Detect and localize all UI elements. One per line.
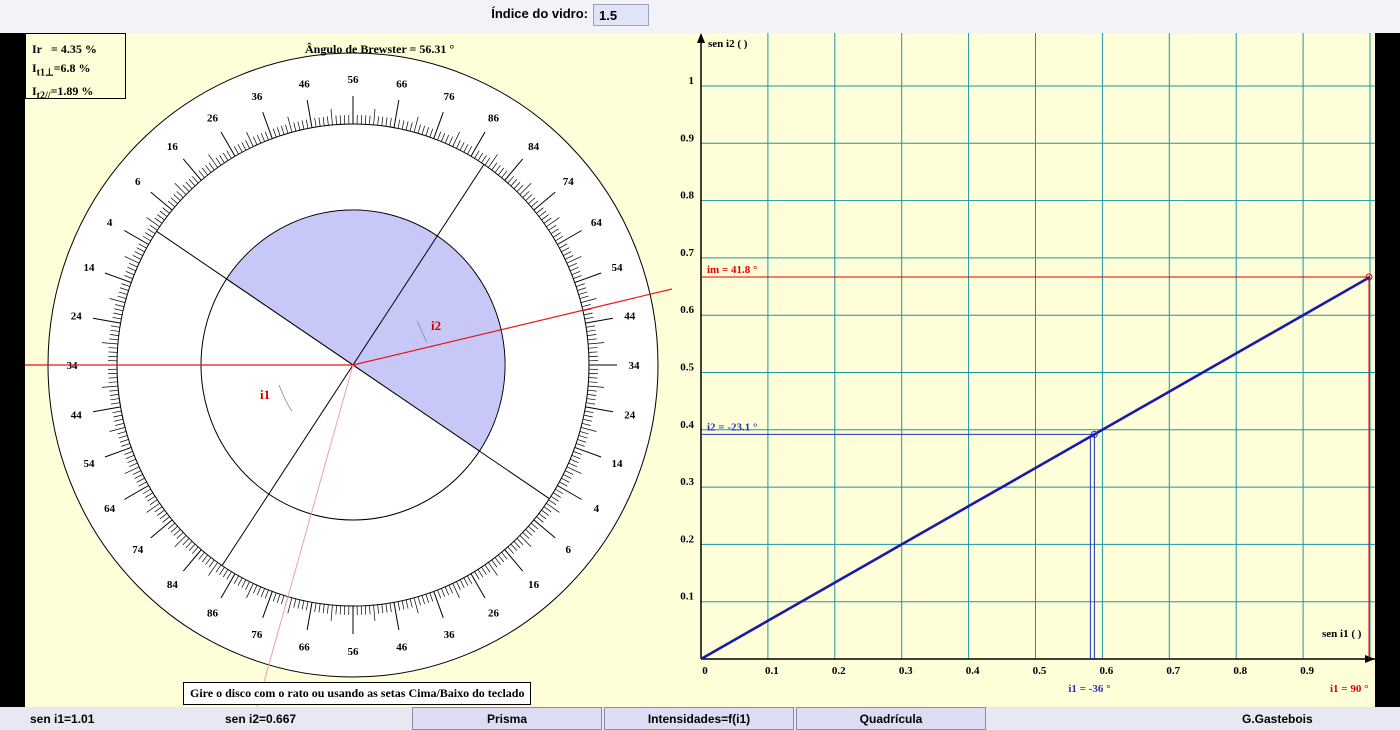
scale-tick-label: 14 <box>83 262 95 274</box>
x-tick-label: 0.9 <box>1300 665 1314 677</box>
x-axis-title: sen i1 ( ) <box>1322 628 1362 640</box>
scale-tick-label: 84 <box>167 579 179 591</box>
scale-tick-label: 24 <box>624 410 636 422</box>
y-axis-arrow-icon <box>697 33 705 43</box>
x-tick-label: 0 <box>702 665 708 677</box>
scale-tick-label: 36 <box>251 91 263 103</box>
scale-tick-label: 56 <box>348 74 360 86</box>
y-tick-label: 0.2 <box>680 533 694 545</box>
i2-label: i2 <box>431 318 441 333</box>
author-credit: G.Gastebois <box>1242 712 1313 726</box>
rotation-hint: Gire o disco com o rato ou usando as set… <box>183 682 532 705</box>
scale-tick-label: 66 <box>396 78 408 90</box>
i2-marker-label: i2 = -23.1 ° <box>707 421 757 433</box>
scale-tick-label: 86 <box>488 112 500 124</box>
x-tick-label: 0.8 <box>1233 665 1247 677</box>
scale-tick-label: 54 <box>612 262 624 274</box>
grid-button[interactable]: Quadrícula <box>796 707 986 730</box>
scale-tick-label: 44 <box>624 310 636 322</box>
protractor-svg[interactable]: 3444546474848676665646362616641424344454… <box>25 33 672 707</box>
scale-tick-label: 64 <box>104 503 116 515</box>
x-tick-label: 0.7 <box>1166 665 1180 677</box>
scale-tick-label: 26 <box>207 112 219 124</box>
scale-tick-label: 4 <box>594 503 600 515</box>
it1-row: It1⊥=6.8 % <box>32 59 125 82</box>
ir-value: = 4.35 % <box>51 42 97 56</box>
scale-tick-label: 36 <box>444 629 456 641</box>
scale-tick-label: 44 <box>71 410 83 422</box>
brewster-angle-label: Ângulo de Brewster = 56.31 ° <box>305 42 455 56</box>
sine-graph: sen i2 ( ) sen i1 ( ) 0.1 0.2 0.3 0.4 0.5 0.6… <box>680 33 1375 695</box>
scale-tick-label: 84 <box>528 141 540 153</box>
intensity-readout: Ir = 4.35 % It1⊥=6.8 % It2//=1.89 % <box>25 33 126 102</box>
y-tick-label: 1 <box>689 75 695 87</box>
scale-tick-label: 74 <box>563 176 575 188</box>
x-tick-label: 0.4 <box>966 665 980 677</box>
scale-tick-label: 56 <box>348 646 360 658</box>
ir-label: Ir <box>32 42 42 56</box>
i1-label: i1 <box>260 387 270 402</box>
scale-tick-label: 6 <box>566 544 572 556</box>
scale-tick-label: 16 <box>167 141 179 153</box>
y-tick-label: 0.5 <box>680 362 694 374</box>
scale-tick-label: 66 <box>299 642 311 654</box>
y-tick-label: 0.1 <box>680 591 694 603</box>
y-axis-title: sen i2 ( ) <box>708 38 748 50</box>
scale-tick-label: 14 <box>612 458 624 470</box>
scale-tick-label: 54 <box>83 458 95 470</box>
it2-sub: t2// <box>36 90 51 102</box>
y-tick-label: 0.7 <box>680 247 694 259</box>
it2-value: =1.89 % <box>50 84 94 99</box>
i1-max-label: i1 = 90 ° <box>1330 683 1368 695</box>
scale-tick-label: 46 <box>299 78 311 90</box>
ir-row: Ir = 4.35 % <box>32 40 125 59</box>
scale-tick-label: 24 <box>71 310 83 322</box>
scale-tick-label: 74 <box>132 544 144 556</box>
x-tick-label: 0.1 <box>765 665 779 677</box>
protractor-panel: 34 44 54 64 74 84 86 76 66 56 46 36 26 16 6 4 14 24 34 44 54… <box>25 33 672 707</box>
scale-tick-label: 6 <box>135 176 141 188</box>
x-tick-label: 0.6 <box>1100 665 1114 677</box>
it1-value: =6.8 % <box>53 61 91 75</box>
glass-index-input[interactable] <box>593 4 649 26</box>
y-tick-label: 0.6 <box>680 304 694 316</box>
scale-tick-label: 76 <box>251 629 263 641</box>
x-tick-label: 0.5 <box>1033 665 1047 677</box>
x-tick-labels: 0 0.1 0.2 0.3 0.4 0.5 0.6 0.7 0.8 0.9 <box>702 665 1314 677</box>
scale-tick-label: 4 <box>107 217 113 229</box>
scale-tick-label: 76 <box>444 91 456 103</box>
y-tick-label: 0.9 <box>680 132 694 144</box>
sen-i1-readout: sen i1=1.01 <box>30 712 95 726</box>
scale-tick-label: 64 <box>591 217 603 229</box>
scale-tick-label: 86 <box>207 608 219 620</box>
x-tick-label: 0.3 <box>899 665 913 677</box>
y-tick-label: 0.8 <box>680 190 694 202</box>
it1-sub: t1⊥ <box>36 67 54 79</box>
y-tick-labels: 0.1 0.2 0.3 0.4 0.5 0.6 0.7 0.8 0.9 1 <box>680 75 694 603</box>
y-tick-label: 0.3 <box>680 476 694 488</box>
status-bar: sen i1=1.01 sen i2=0.667 Prisma Intensid… <box>0 707 1400 730</box>
scale-tick-label: 26 <box>488 608 500 620</box>
graph-panel: sen i2 ( ) sen i1 ( ) 0.1 0.2 0.3 0.4 0.5 0.6… <box>672 33 1375 707</box>
graph-grid <box>701 33 1375 659</box>
intensities-button[interactable]: Intensidades=f(i1) <box>604 707 794 730</box>
top-bar: Índice do vidro: <box>0 0 1400 33</box>
im-label: im = 41.8 ° <box>707 264 757 276</box>
scale-tick-label: 34 <box>67 360 79 372</box>
it2-row: It2//=1.89 % <box>32 82 125 105</box>
scale-tick-label: 34 <box>629 360 641 372</box>
glass-index-label: Índice do vidro: <box>491 6 588 21</box>
scale-tick-label: 16 <box>528 579 540 591</box>
prism-button[interactable]: Prisma <box>412 707 602 730</box>
x-tick-label: 0.2 <box>832 665 846 677</box>
scale-tick-label: 46 <box>396 642 408 654</box>
sen-i2-readout: sen i2=0.667 <box>225 712 297 726</box>
y-tick-label: 0.4 <box>680 419 694 431</box>
i1-marker-label: i1 = -36 ° <box>1068 683 1110 695</box>
